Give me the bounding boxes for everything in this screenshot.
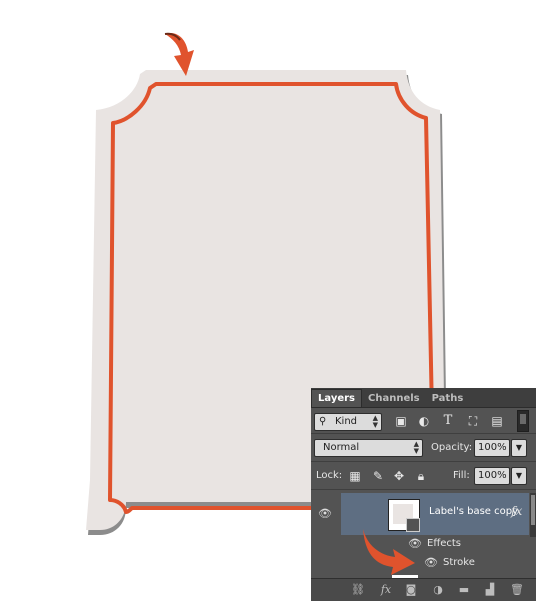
- opacity-input[interactable]: 100%: [474, 439, 510, 457]
- lock-label: Lock:: [316, 470, 343, 481]
- type-layer-filter-icon[interactable]: T: [441, 414, 455, 428]
- pixel-layer-filter-icon[interactable]: ▣: [394, 414, 408, 428]
- filter-toggle-icon[interactable]: [517, 410, 529, 432]
- divider: [311, 489, 536, 490]
- visibility-eye-icon[interactable]: 👁︎: [318, 508, 332, 520]
- add-mask-icon[interactable]: ◙: [404, 583, 418, 597]
- divider: [311, 433, 536, 434]
- layer-row[interactable]: 👁︎ Label's base copy fx: [311, 493, 529, 535]
- opacity-label: Opacity:: [431, 442, 473, 453]
- divider: [311, 461, 536, 462]
- lock-transparent-pixels-icon[interactable]: ▦: [348, 469, 362, 483]
- effects-label[interactable]: Effects: [427, 538, 461, 549]
- new-adjustment-layer-icon[interactable]: ◑: [431, 583, 445, 597]
- stepper-arrows-icon: ▲ ▼: [372, 414, 378, 429]
- blend-mode-select[interactable]: Normal ▲ ▼: [314, 439, 423, 457]
- stroke-visibility-eye-icon[interactable]: 👁︎: [424, 557, 438, 569]
- tab-channels[interactable]: Channels: [362, 390, 426, 407]
- lock-image-pixels-icon[interactable]: ✎: [371, 469, 385, 483]
- layer-filter-kind-select[interactable]: ⚲ Kind ▲ ▼: [314, 413, 382, 431]
- smart-object-filter-icon[interactable]: ▤: [490, 414, 504, 428]
- tab-paths[interactable]: Paths: [426, 390, 470, 407]
- new-group-icon[interactable]: ▬: [457, 583, 471, 597]
- layers-panel: Layers Channels Paths ⚲ Kind ▲ ▼ ▣ ◐ T ⛶ …: [311, 388, 536, 601]
- fill-input[interactable]: 100%: [474, 467, 510, 485]
- link-layers-icon[interactable]: ⛓: [351, 583, 365, 597]
- stroke-effect-label[interactable]: Stroke: [443, 557, 475, 568]
- fill-dropdown-button[interactable]: ▼: [511, 467, 527, 485]
- stepper-arrows-icon: ▲ ▼: [413, 440, 419, 455]
- fx-badge[interactable]: fx: [511, 504, 522, 518]
- opacity-dropdown-button[interactable]: ▼: [511, 439, 527, 457]
- delete-layer-icon[interactable]: 🗑︎: [510, 583, 524, 597]
- panel-scrollbar[interactable]: [530, 493, 536, 537]
- filter-kind-label: Kind: [335, 416, 358, 427]
- blend-mode-value: Normal: [323, 442, 360, 453]
- lock-all-icon[interactable]: 🔒︎: [414, 469, 428, 483]
- shape-layer-filter-icon[interactable]: ⛶: [466, 414, 480, 428]
- add-layer-style-icon[interactable]: fx: [379, 583, 393, 597]
- layer-name[interactable]: Label's base copy: [429, 506, 518, 517]
- panel-tab-bar: Layers Channels Paths: [311, 388, 536, 408]
- arrow-pointer-panel-icon: [363, 529, 415, 575]
- opacity-value: 100%: [478, 442, 507, 453]
- adjustment-layer-filter-icon[interactable]: ◐: [417, 414, 431, 428]
- tab-layers[interactable]: Layers: [311, 389, 362, 407]
- scrollbar-thumb[interactable]: [531, 495, 535, 525]
- fill-label: Fill:: [453, 470, 470, 481]
- search-icon: ⚲: [319, 416, 327, 427]
- lock-position-icon[interactable]: ✥: [392, 469, 406, 483]
- new-layer-icon[interactable]: ▟: [483, 583, 497, 597]
- panel-footer: ⛓ fx ◙ ◑ ▬ ▟ 🗑︎: [311, 578, 536, 601]
- fill-value: 100%: [478, 470, 507, 481]
